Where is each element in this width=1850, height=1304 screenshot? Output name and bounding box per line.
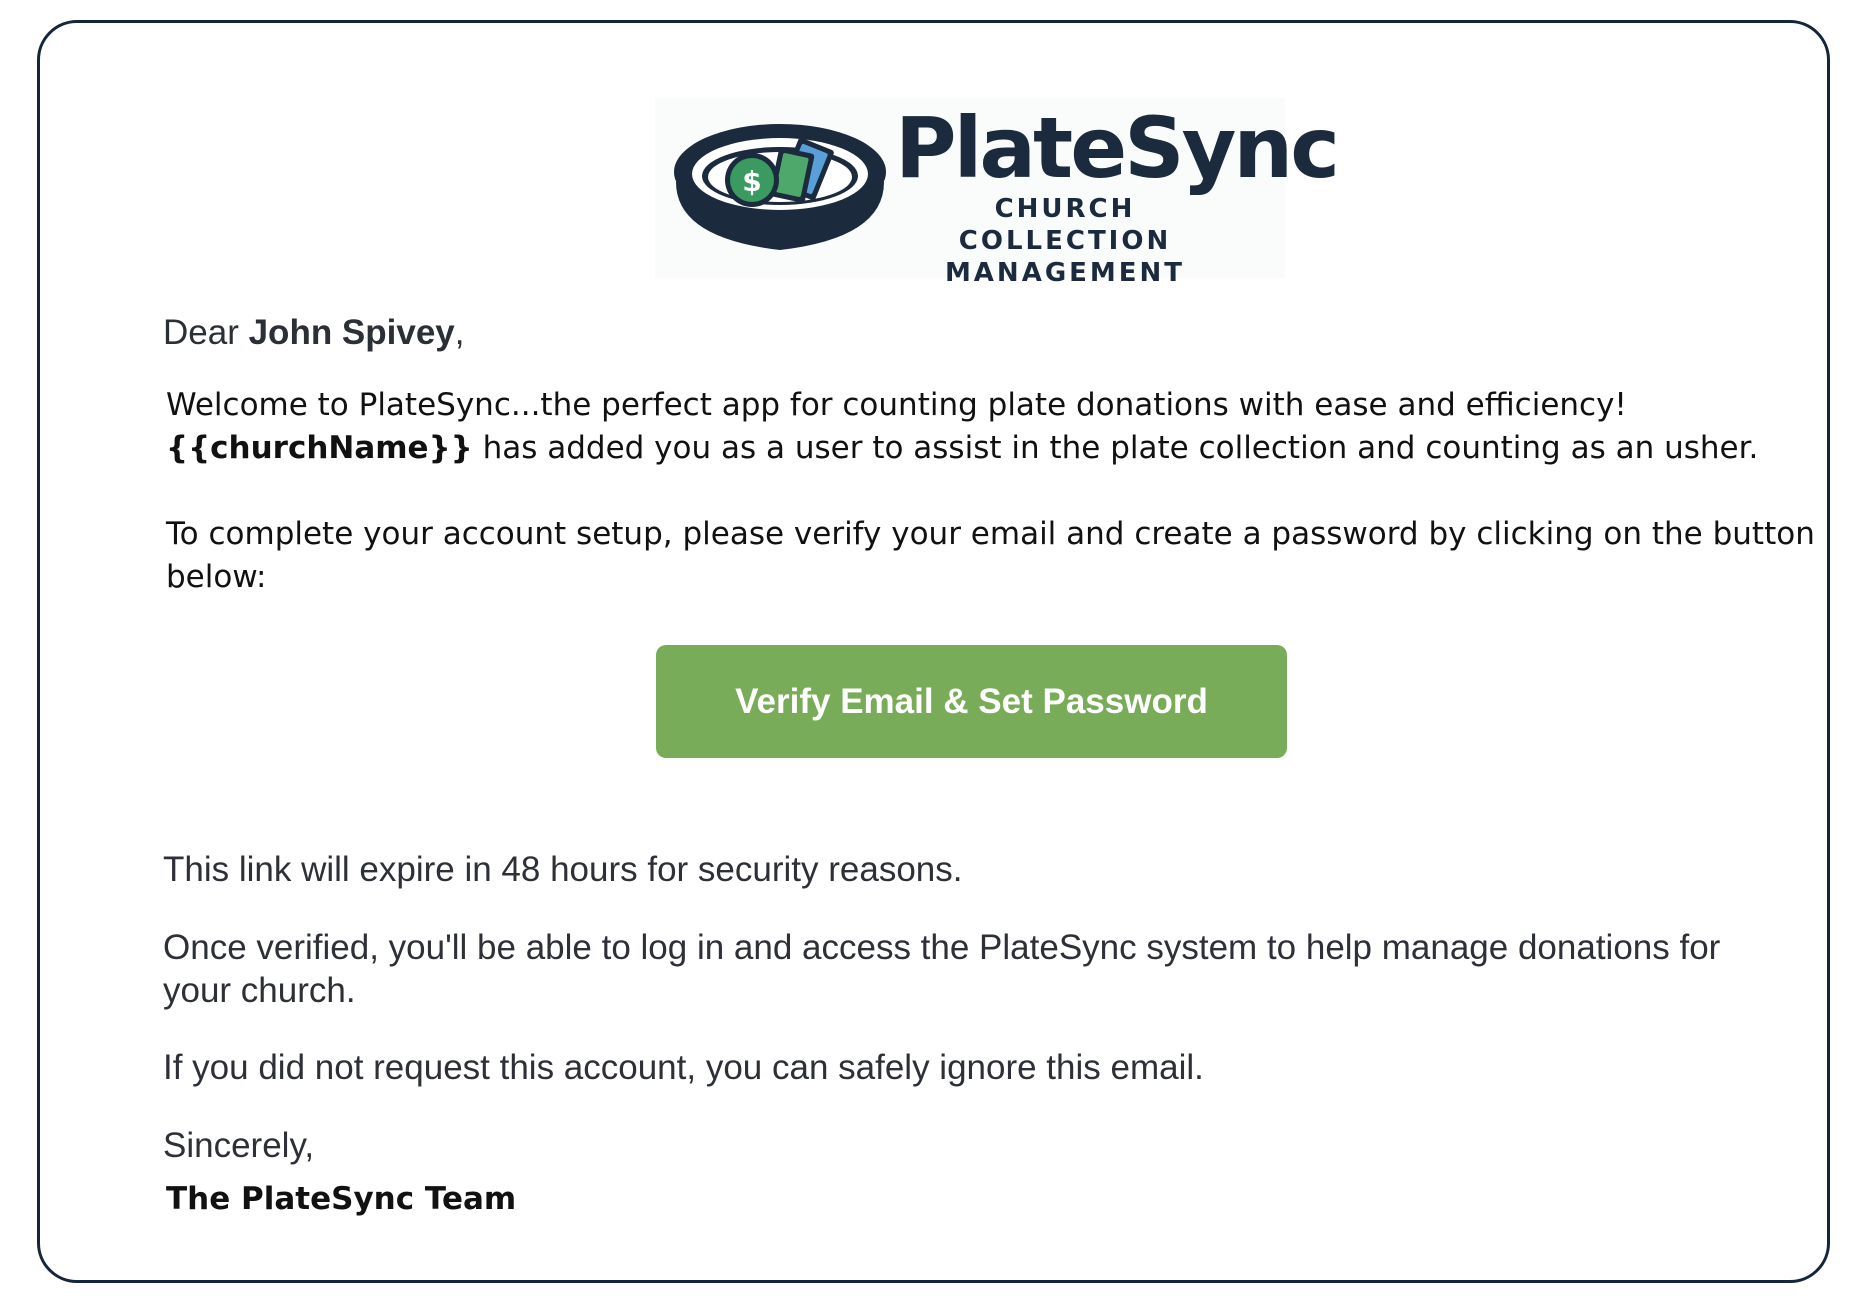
greeting-prefix: Dear	[163, 313, 249, 352]
recipient-name: John Spivey	[248, 313, 455, 352]
logo-tagline: CHURCH COLLECTION MANAGEMENT	[900, 193, 1230, 289]
intro-line2-text: has added you as a user to assist in the…	[472, 430, 1759, 466]
email-card: $ PlateSync CHURCH COLLECTION MANAGEMENT…	[37, 20, 1830, 1283]
logo-wordmark: PlateSync	[895, 99, 1340, 197]
platesync-logo: $ PlateSync CHURCH COLLECTION MANAGEMENT	[655, 98, 1340, 288]
intro-line1: Welcome to PlateSync...the perfect app f…	[166, 387, 1627, 423]
verified-note-line1: Once verified, you'll be able to log in …	[163, 928, 1721, 967]
logo-tagline-line1: CHURCH COLLECTION	[958, 194, 1172, 256]
setup-line2: below:	[166, 559, 267, 595]
setup-line1: To complete your account setup, please v…	[166, 516, 1815, 552]
greeting-suffix: ,	[454, 313, 465, 352]
verified-note: Once verified, you'll be able to log in …	[163, 926, 1720, 1012]
signature: The PlateSync Team	[166, 1181, 517, 1217]
logo-tagline-line2: MANAGEMENT	[944, 258, 1186, 288]
greeting: Dear John Spivey,	[163, 313, 465, 353]
verify-email-button[interactable]: Verify Email & Set Password	[656, 645, 1287, 758]
collection-plate-icon: $	[674, 124, 886, 250]
expiry-note: This link will expire in 48 hours for se…	[163, 850, 963, 889]
intro-line2: {{churchName}} has added you as a user t…	[166, 427, 1758, 470]
svg-text:$: $	[742, 165, 761, 198]
setup-paragraph: To complete your account setup, please v…	[166, 513, 1815, 599]
ignore-note: If you did not request this account, you…	[163, 1048, 1204, 1087]
intro-paragraph: Welcome to PlateSync...the perfect app f…	[166, 384, 1758, 470]
verified-note-line2: your church.	[163, 971, 356, 1010]
church-name-placeholder: {{churchName}}	[166, 430, 473, 466]
closing: Sincerely,	[163, 1126, 315, 1165]
